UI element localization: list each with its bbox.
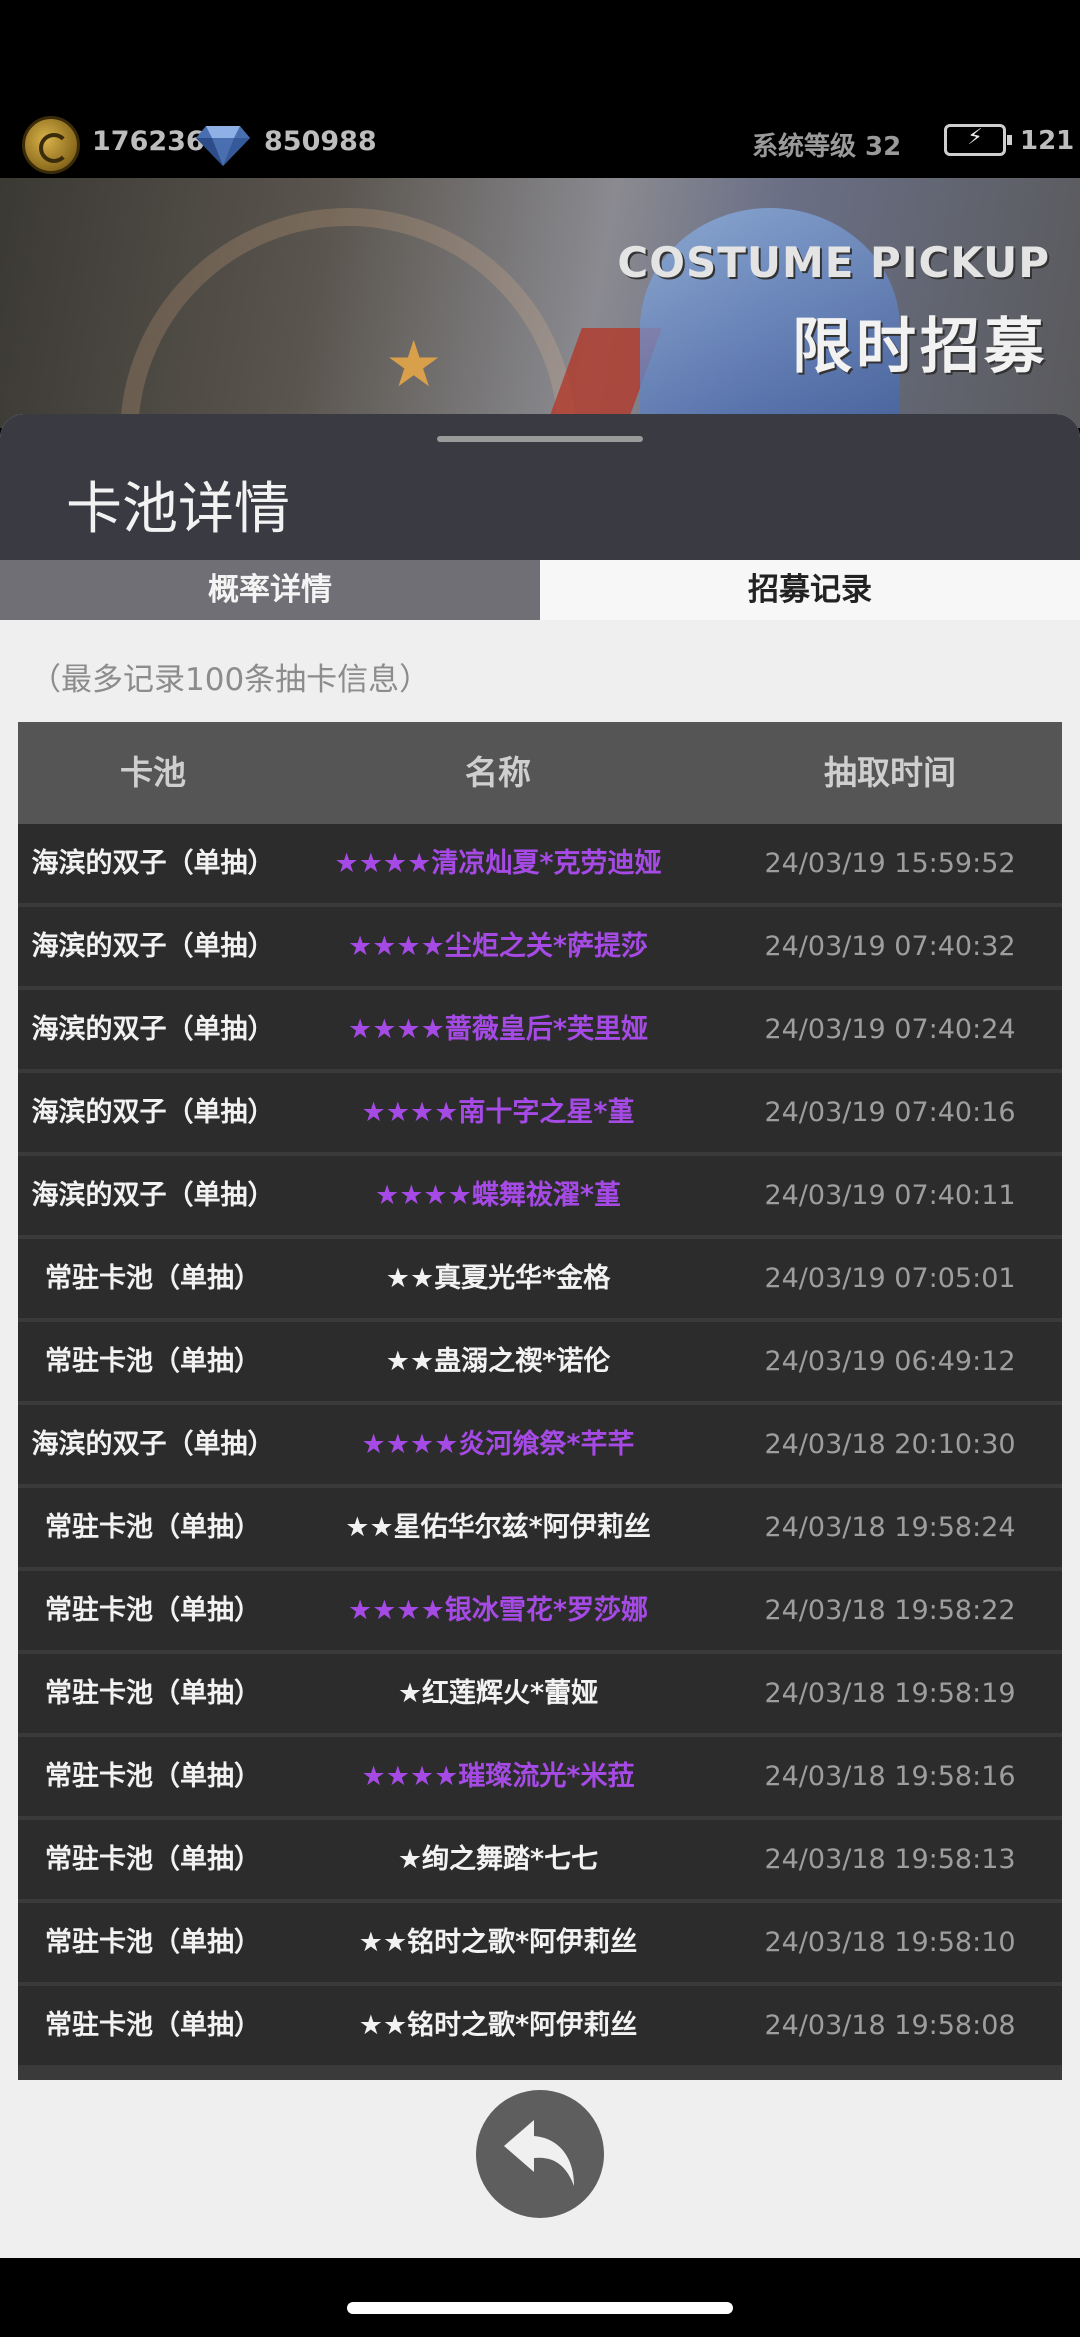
table-row: 海滨的双子（单抽） ★★★★蝶舞祓濯*堇 24/03/19 07:40:11	[18, 1156, 1062, 1235]
row-card-name: ★★★★炎河飨祭*芊芊	[361, 1429, 635, 1460]
table-row: 常驻卡池（单抽） ★★★★银冰雪花*罗莎娜 24/03/18 19:58:22	[18, 1571, 1062, 1650]
table-header: 卡池 名称 抽取时间	[18, 722, 1062, 824]
table-row: 常驻卡池（单抽） ★★铭时之歌*阿伊莉丝 24/03/18 19:58:08	[18, 1986, 1062, 2065]
row-draw-time: 24/03/19 06:49:12	[764, 1346, 1016, 1377]
column-header-pool: 卡池	[120, 753, 186, 792]
row-draw-time: 24/03/19 07:40:11	[764, 1180, 1016, 1211]
table-body: 海滨的双子（单抽） ★★★★清凉灿夏*克劳迪娅 24/03/19 15:59:52 海…	[18, 824, 1062, 2069]
row-card-name: ★★蛊溺之禊*诺伦	[385, 1346, 611, 1377]
back-button[interactable]	[476, 2090, 604, 2218]
row-pool: 海滨的双子（单抽）	[31, 1429, 275, 1460]
table-row: 常驻卡池（单抽） ★★星佑华尔兹*阿伊莉丝 24/03/18 19:58:24	[18, 1488, 1062, 1567]
table-row: 海滨的双子（单抽） ★★★★蔷薇皇后*芙里娅 24/03/19 07:40:24	[18, 990, 1062, 1069]
row-draw-time: 24/03/19 15:59:52	[764, 848, 1016, 879]
row-draw-time: 24/03/18 19:58:08	[764, 2010, 1016, 2041]
battery-lightning-icon: ⚡	[944, 124, 1012, 156]
home-indicator[interactable]	[347, 2302, 733, 2314]
row-card-name: ★★★★南十字之星*堇	[361, 1097, 635, 1128]
row-pool: 常驻卡池（单抽）	[45, 1595, 261, 1626]
row-draw-time: 24/03/18 20:10:30	[764, 1429, 1016, 1460]
row-draw-time: 24/03/18 19:58:16	[764, 1761, 1016, 1792]
row-pool: 海滨的双子（单抽）	[31, 1097, 275, 1128]
row-card-name: ★★★★尘炬之关*萨提莎	[348, 931, 648, 962]
row-draw-time: 24/03/18 19:58:13	[764, 1844, 1016, 1875]
banner-title-en: COSTUME PICKUP	[617, 238, 1050, 287]
table-row: 常驻卡池（单抽） ★★蛊溺之禊*诺伦 24/03/19 06:49:12	[18, 1322, 1062, 1401]
table-row: 海滨的双子（单抽） ★★★★尘炬之关*萨提莎 24/03/19 07:40:32	[18, 907, 1062, 986]
row-pool: 海滨的双子（单抽）	[31, 931, 275, 962]
row-card-name: ★★★★清凉灿夏*克劳迪娅	[334, 848, 662, 879]
row-card-name: ★★★★蝶舞祓濯*堇	[375, 1180, 621, 1211]
status-bar: 176236 850988 系统等级 32 ⚡ 121	[0, 0, 1080, 178]
row-pool: 常驻卡池（单抽）	[45, 1512, 261, 1543]
energy-count: 121	[1020, 126, 1075, 156]
row-pool: 海滨的双子（单抽）	[31, 848, 275, 879]
banner-decoration	[120, 208, 576, 428]
tab-recruit-records[interactable]: 招募记录	[540, 560, 1080, 620]
row-pool: 常驻卡池（单抽）	[45, 1844, 261, 1875]
coin-count: 176236	[92, 126, 205, 157]
row-pool: 常驻卡池（单抽）	[45, 2010, 261, 2041]
row-draw-time: 24/03/19 07:40:16	[764, 1097, 1016, 1128]
row-pool: 常驻卡池（单抽）	[45, 1761, 261, 1792]
gold-coin-icon	[22, 116, 80, 174]
tab-bar: 概率详情 招募记录	[0, 560, 1080, 620]
row-pool: 常驻卡池（单抽）	[45, 1927, 261, 1958]
row-card-name: ★★★★蔷薇皇后*芙里娅	[348, 1014, 648, 1045]
event-banner: ★ COSTUME PICKUP 限时招募	[0, 178, 1080, 428]
gem-count: 850988	[264, 126, 377, 157]
row-draw-time: 24/03/19 07:05:01	[764, 1263, 1016, 1294]
row-draw-time: 24/03/18 19:58:22	[764, 1595, 1016, 1626]
table-row: 常驻卡池（单抽） ★★真夏光华*金格 24/03/19 07:05:01	[18, 1239, 1062, 1318]
back-arrow-icon	[504, 2120, 574, 2186]
table-row: 常驻卡池（单抽） ★绚之舞踏*七七 24/03/18 19:58:13	[18, 1820, 1062, 1899]
table-row: 常驻卡池（单抽） ★红莲辉火*蕾娅 24/03/18 19:58:19	[18, 1654, 1062, 1733]
table-row: 海滨的双子（单抽） ★★★★清凉灿夏*克劳迪娅 24/03/19 15:59:52	[18, 824, 1062, 903]
record-limit-note: （最多记录100条抽卡信息）	[30, 662, 431, 698]
row-draw-time: 24/03/18 19:58:24	[764, 1512, 1016, 1543]
table-row: 海滨的双子（单抽） ★★★★炎河飨祭*芊芊 24/03/18 20:10:30	[18, 1405, 1062, 1484]
records-table: 卡池 名称 抽取时间 海滨的双子（单抽） ★★★★清凉灿夏*克劳迪娅 24/03/1…	[18, 722, 1062, 2080]
row-pool: 常驻卡池（单抽）	[45, 1263, 261, 1294]
row-card-name: ★★铭时之歌*阿伊莉丝	[358, 1927, 638, 1958]
pool-details-sheet: 卡池详情 概率详情 招募记录 （最多记录100条抽卡信息） 卡池 名称 抽取时间…	[0, 414, 1080, 2258]
row-draw-time: 24/03/18 19:58:19	[764, 1678, 1016, 1709]
row-card-name: ★★★★银冰雪花*罗莎娜	[348, 1595, 648, 1626]
tab-probability-details[interactable]: 概率详情	[0, 560, 540, 620]
row-draw-time: 24/03/19 07:40:32	[764, 931, 1016, 962]
star-decoration-icon: ★	[385, 328, 443, 402]
row-draw-time: 24/03/19 07:40:24	[764, 1014, 1016, 1045]
column-header-name: 名称	[465, 753, 531, 792]
system-level: 系统等级 32	[752, 132, 902, 162]
banner-title-cn: 限时招募	[792, 312, 1048, 382]
row-card-name: ★绚之舞踏*七七	[397, 1844, 599, 1875]
row-draw-time: 24/03/18 19:58:10	[764, 1927, 1016, 1958]
column-header-time: 抽取时间	[824, 753, 956, 792]
table-row: 海滨的双子（单抽） ★★★★南十字之星*堇 24/03/19 07:40:16	[18, 1073, 1062, 1152]
row-pool: 常驻卡池（单抽）	[45, 1346, 261, 1377]
sheet-header: 卡池详情	[0, 414, 1080, 560]
row-card-name: ★★铭时之歌*阿伊莉丝	[358, 2010, 638, 2041]
row-card-name: ★红莲辉火*蕾娅	[397, 1678, 599, 1709]
row-card-name: ★★★★璀璨流光*米菈	[361, 1761, 635, 1792]
drag-handle[interactable]	[437, 436, 643, 442]
row-pool: 海滨的双子（单抽）	[31, 1180, 275, 1211]
row-pool: 海滨的双子（单抽）	[31, 1014, 275, 1045]
table-row: 常驻卡池（单抽） ★★★★璀璨流光*米菈 24/03/18 19:58:16	[18, 1737, 1062, 1816]
row-card-name: ★★真夏光华*金格	[385, 1263, 611, 1294]
row-pool: 常驻卡池（单抽）	[45, 1678, 261, 1709]
diamond-icon	[196, 126, 250, 166]
row-card-name: ★★星佑华尔兹*阿伊莉丝	[345, 1512, 651, 1543]
sheet-title: 卡池详情	[66, 477, 290, 542]
table-row: 常驻卡池（单抽） ★★铭时之歌*阿伊莉丝 24/03/18 19:58:10	[18, 1903, 1062, 1982]
bottom-safe-area	[0, 2258, 1080, 2337]
